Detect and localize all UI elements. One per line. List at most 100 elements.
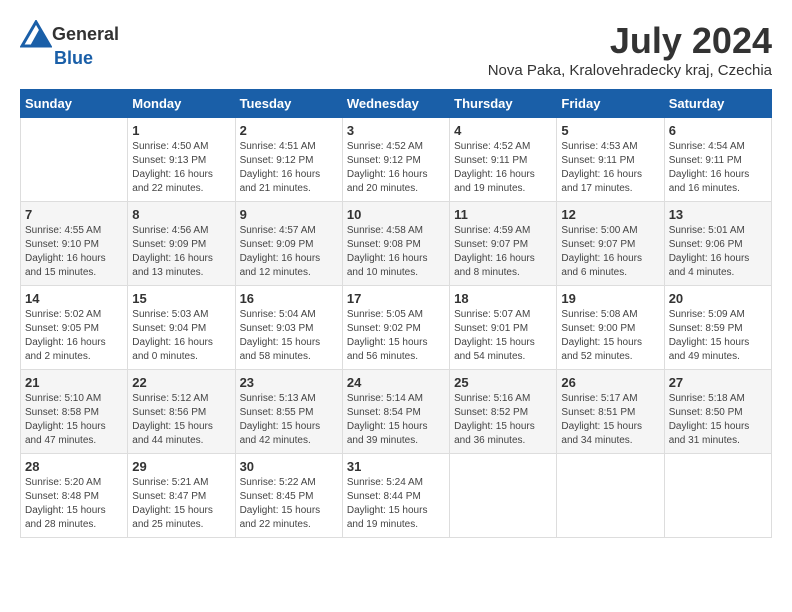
calendar-week: 1 Sunrise: 4:50 AMSunset: 9:13 PMDaylight… [21,118,772,202]
day-info: Sunrise: 4:58 AMSunset: 9:08 PMDaylight:… [347,224,445,280]
day-info: Sunrise: 4:54 AMSunset: 9:11 PMDaylight:… [669,140,767,196]
calendar-day: 11 Sunrise: 4:59 AMSunset: 9:07 PMDayligh… [450,202,557,286]
day-number: 26 [561,375,659,390]
day-number: 30 [240,459,338,474]
month-title: July 2024 [488,20,772,62]
header-day: Tuesday [235,90,342,118]
day-info: Sunrise: 4:57 AMSunset: 9:09 PMDaylight:… [240,224,338,280]
day-number: 15 [132,291,230,306]
calendar-day: 30 Sunrise: 5:22 AMSunset: 8:45 PMDayligh… [235,454,342,538]
day-number: 5 [561,123,659,138]
day-number: 23 [240,375,338,390]
day-number: 11 [454,207,552,222]
day-info: Sunrise: 4:59 AMSunset: 9:07 PMDaylight:… [454,224,552,280]
day-number: 24 [347,375,445,390]
day-number: 2 [240,123,338,138]
calendar-day: 20Sunrise: 5:09 AMSunset: 8:59 PMDayligh… [664,286,771,370]
day-info: Sunrise: 5:22 AMSunset: 8:45 PMDaylight:… [240,476,338,532]
calendar-day [664,454,771,538]
header-day: Friday [557,90,664,118]
day-number: 1 [132,123,230,138]
calendar-day [450,454,557,538]
calendar-header: SundayMondayTuesdayWednesdayThursdayFrid… [21,90,772,118]
day-number: 6 [669,123,767,138]
calendar-day: 25Sunrise: 5:16 AMSunset: 8:52 PMDayligh… [450,370,557,454]
header-day: Wednesday [342,90,449,118]
day-info: Sunrise: 5:20 AMSunset: 8:48 PMDaylight:… [25,476,123,532]
header-day: Sunday [21,90,128,118]
calendar-day: 14 Sunrise: 5:02 AMSunset: 9:05 PMDayligh… [21,286,128,370]
day-info: Sunrise: 5:17 AMSunset: 8:51 PMDaylight:… [561,392,659,448]
day-number: 18 [454,291,552,306]
day-info: Sunrise: 5:02 AMSunset: 9:05 PMDaylight:… [25,308,123,364]
calendar-day: 31 Sunrise: 5:24 AMSunset: 8:44 PMDayligh… [342,454,449,538]
day-info: Sunrise: 5:12 AMSunset: 8:56 PMDaylight:… [132,392,230,448]
calendar-week: 21 Sunrise: 5:10 AMSunset: 8:58 PMDayligh… [21,370,772,454]
header-day: Monday [128,90,235,118]
day-info: Sunrise: 4:55 AMSunset: 9:10 PMDaylight:… [25,224,123,280]
logo-blue: Blue [54,48,93,68]
logo-general: General [52,24,119,44]
day-info: Sunrise: 5:07 AMSunset: 9:01 PMDaylight:… [454,308,552,364]
calendar-day: 4Sunrise: 4:52 AMSunset: 9:11 PMDaylight… [450,118,557,202]
title-block: July 2024 Nova Paka, Kralovehradecky kra… [488,20,772,79]
day-info: Sunrise: 5:01 AMSunset: 9:06 PMDaylight:… [669,224,767,280]
calendar-body: 1 Sunrise: 4:50 AMSunset: 9:13 PMDaylight… [21,118,772,538]
page-header: General Blue July 2024 Nova Paka, Kralov… [20,20,772,79]
day-number: 12 [561,207,659,222]
day-info: Sunrise: 5:13 AMSunset: 8:55 PMDaylight:… [240,392,338,448]
day-number: 14 [25,291,123,306]
calendar-day: 15 Sunrise: 5:03 AMSunset: 9:04 PMDayligh… [128,286,235,370]
day-info: Sunrise: 5:03 AMSunset: 9:04 PMDaylight:… [132,308,230,364]
calendar-day: 7 Sunrise: 4:55 AMSunset: 9:10 PMDaylight… [21,202,128,286]
calendar-day: 9Sunrise: 4:57 AMSunset: 9:09 PMDaylight… [235,202,342,286]
day-number: 16 [240,291,338,306]
calendar-day: 17Sunrise: 5:05 AMSunset: 9:02 PMDayligh… [342,286,449,370]
day-info: Sunrise: 4:52 AMSunset: 9:12 PMDaylight:… [347,140,445,196]
calendar-day: 2 Sunrise: 4:51 AMSunset: 9:12 PMDaylight… [235,118,342,202]
calendar-day: 28 Sunrise: 5:20 AMSunset: 8:48 PMDayligh… [21,454,128,538]
day-info: Sunrise: 5:09 AMSunset: 8:59 PMDaylight:… [669,308,767,364]
day-number: 29 [132,459,230,474]
day-info: Sunrise: 5:04 AMSunset: 9:03 PMDaylight:… [240,308,338,364]
calendar-day: 23 Sunrise: 5:13 AMSunset: 8:55 PMDayligh… [235,370,342,454]
day-number: 21 [25,375,123,390]
day-info: Sunrise: 4:52 AMSunset: 9:11 PMDaylight:… [454,140,552,196]
day-number: 3 [347,123,445,138]
day-info: Sunrise: 4:56 AMSunset: 9:09 PMDaylight:… [132,224,230,280]
calendar-day: 13Sunrise: 5:01 AMSunset: 9:06 PMDayligh… [664,202,771,286]
day-number: 25 [454,375,552,390]
day-info: Sunrise: 4:50 AMSunset: 9:13 PMDaylight:… [132,140,230,196]
calendar-week: 14 Sunrise: 5:02 AMSunset: 9:05 PMDayligh… [21,286,772,370]
calendar-week: 7 Sunrise: 4:55 AMSunset: 9:10 PMDaylight… [21,202,772,286]
calendar-week: 28 Sunrise: 5:20 AMSunset: 8:48 PMDayligh… [21,454,772,538]
day-number: 7 [25,207,123,222]
location: Nova Paka, Kralovehradecky kraj, Czechia [488,62,772,79]
day-info: Sunrise: 5:21 AMSunset: 8:47 PMDaylight:… [132,476,230,532]
calendar-day: 18 Sunrise: 5:07 AMSunset: 9:01 PMDayligh… [450,286,557,370]
day-info: Sunrise: 5:14 AMSunset: 8:54 PMDaylight:… [347,392,445,448]
calendar-day [21,118,128,202]
logo-icon [20,20,52,48]
day-number: 28 [25,459,123,474]
calendar-day: 6 Sunrise: 4:54 AMSunset: 9:11 PMDaylight… [664,118,771,202]
day-number: 8 [132,207,230,222]
day-info: Sunrise: 5:10 AMSunset: 8:58 PMDaylight:… [25,392,123,448]
calendar-day: 26 Sunrise: 5:17 AMSunset: 8:51 PMDayligh… [557,370,664,454]
calendar-day: 19Sunrise: 5:08 AMSunset: 9:00 PMDayligh… [557,286,664,370]
day-info: Sunrise: 5:18 AMSunset: 8:50 PMDaylight:… [669,392,767,448]
calendar-day: 5 Sunrise: 4:53 AMSunset: 9:11 PMDaylight… [557,118,664,202]
day-number: 31 [347,459,445,474]
day-number: 19 [561,291,659,306]
calendar-day: 8 Sunrise: 4:56 AMSunset: 9:09 PMDaylight… [128,202,235,286]
day-info: Sunrise: 5:24 AMSunset: 8:44 PMDaylight:… [347,476,445,532]
day-info: Sunrise: 4:53 AMSunset: 9:11 PMDaylight:… [561,140,659,196]
day-number: 17 [347,291,445,306]
calendar-day: 3 Sunrise: 4:52 AMSunset: 9:12 PMDaylight… [342,118,449,202]
day-info: Sunrise: 4:51 AMSunset: 9:12 PMDaylight:… [240,140,338,196]
calendar-table: SundayMondayTuesdayWednesdayThursdayFrid… [20,89,772,538]
calendar-day: 10Sunrise: 4:58 AMSunset: 9:08 PMDayligh… [342,202,449,286]
day-info: Sunrise: 5:00 AMSunset: 9:07 PMDaylight:… [561,224,659,280]
calendar-day: 24 Sunrise: 5:14 AMSunset: 8:54 PMDayligh… [342,370,449,454]
calendar-day: 22Sunrise: 5:12 AMSunset: 8:56 PMDayligh… [128,370,235,454]
